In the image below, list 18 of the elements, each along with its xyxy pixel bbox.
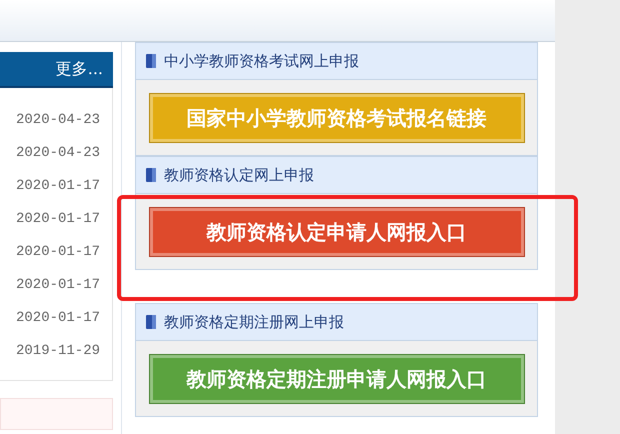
news-date: 2020-01-17 [14, 177, 101, 196]
news-date: 2020-04-23 [14, 111, 101, 130]
news-date: 2020-04-23 [14, 144, 101, 163]
book-icon [146, 315, 156, 329]
entry-button[interactable]: 教师资格定期注册申请人网报入口 [148, 354, 524, 404]
more-link[interactable]: 更多... [0, 52, 113, 88]
section-title: 中小学教师资格考试网上申报 [164, 50, 359, 72]
entry-button[interactable]: 国家中小学教师资格考试报名链接 [148, 92, 524, 142]
book-icon [146, 168, 156, 182]
entry-button[interactable]: 教师资格认定申请人网报入口 [148, 206, 524, 256]
news-date: 2019-11-29 [14, 342, 101, 361]
book-icon [146, 54, 156, 68]
news-date: 2020-01-17 [14, 210, 101, 229]
news-date: 2020-01-17 [14, 276, 101, 295]
section-title: 教师资格认定网上申报 [164, 164, 314, 186]
news-date: 2020-01-17 [14, 309, 101, 328]
section-title: 教师资格定期注册网上申报 [164, 312, 344, 333]
news-date: 2020-01-17 [14, 243, 101, 262]
